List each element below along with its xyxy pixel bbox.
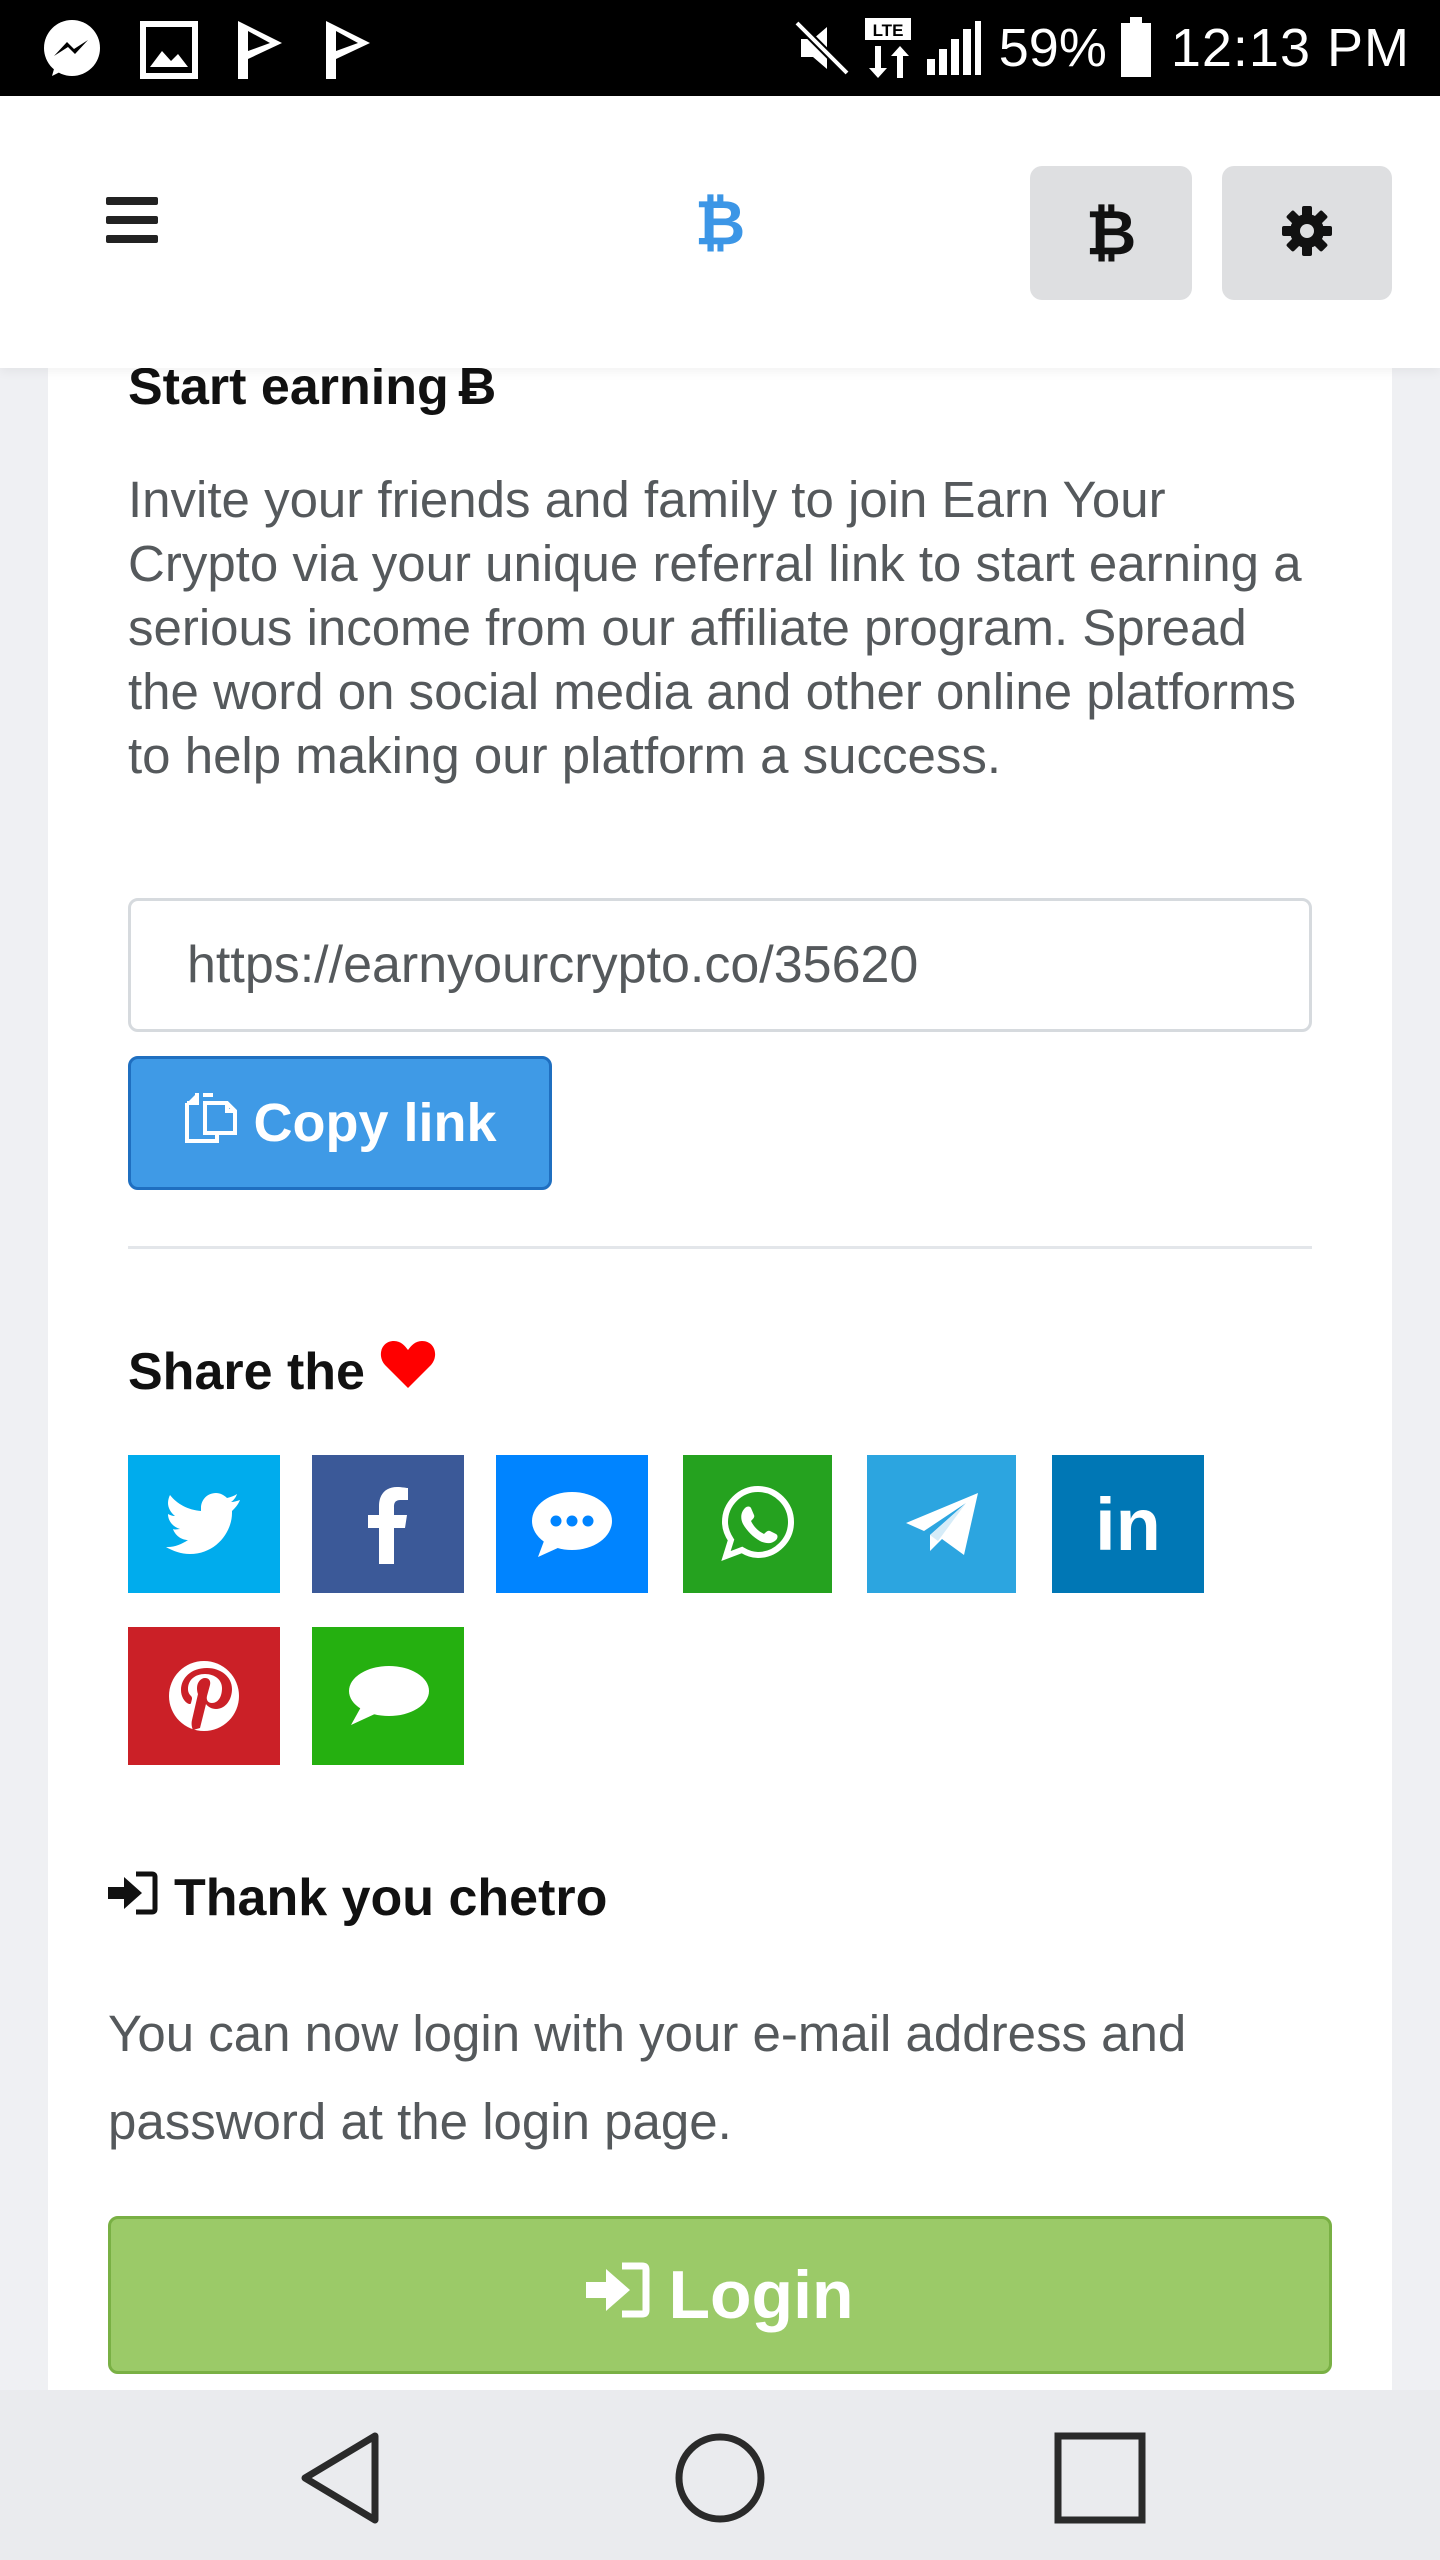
svg-text:LTE: LTE	[872, 21, 903, 40]
home-button[interactable]	[670, 2430, 770, 2530]
thanks-title-text: Thank you chetro	[174, 1869, 608, 1927]
telegram-icon	[904, 1489, 980, 1559]
android-navigation-bar	[0, 2390, 1440, 2560]
mute-icon	[793, 19, 851, 77]
login-button[interactable]: Login	[108, 2216, 1332, 2374]
bitcoin-icon: ₿	[694, 188, 746, 258]
notification-icons	[40, 18, 374, 82]
status-bar: LTE 59% 12:13 PM	[0, 0, 1440, 96]
clock: 12:13 PM	[1170, 18, 1410, 78]
bitcoin-button[interactable]: ₿	[1030, 166, 1192, 300]
settings-button[interactable]	[1222, 166, 1392, 300]
gallery-icon	[140, 21, 198, 79]
play-icon	[322, 19, 374, 81]
linkedin-icon: in	[1095, 1482, 1161, 1566]
sign-in-icon	[108, 1866, 158, 1930]
section-divider	[128, 1246, 1312, 1249]
home-circle-icon	[672, 2430, 768, 2531]
signal-icon	[925, 19, 983, 77]
share-twitter-button[interactable]	[128, 1455, 280, 1593]
bitcoin-icon: ₿	[1085, 198, 1137, 268]
login-button-label: Login	[668, 2257, 854, 2333]
share-sms-button[interactable]	[312, 1627, 464, 1765]
pinterest-icon	[166, 1658, 242, 1734]
sign-in-icon	[586, 2256, 650, 2334]
share-title: Share the	[128, 1338, 437, 1405]
brand-logo[interactable]: ₿	[680, 178, 760, 268]
whatsapp-icon	[720, 1486, 796, 1562]
thanks-title: Thank you chetro	[108, 1866, 607, 1930]
system-status: LTE 59% 12:13 PM	[793, 14, 1410, 82]
share-linkedin-button[interactable]: in	[1052, 1455, 1204, 1593]
back-button[interactable]	[290, 2430, 390, 2530]
recents-button[interactable]	[1050, 2430, 1150, 2530]
share-messenger-button[interactable]	[496, 1455, 648, 1593]
share-title-text: Share the	[128, 1342, 365, 1401]
copy-icon	[183, 1089, 239, 1158]
share-pinterest-button[interactable]	[128, 1627, 280, 1765]
gear-icon	[1282, 205, 1332, 261]
referral-link-input[interactable]	[128, 898, 1312, 1032]
copy-link-button[interactable]: Copy link	[128, 1056, 552, 1190]
battery-icon	[1119, 17, 1153, 79]
battery-percent: 59%	[998, 18, 1107, 78]
share-telegram-button[interactable]	[867, 1455, 1016, 1593]
messenger-icon	[40, 18, 104, 82]
menu-button[interactable]	[96, 186, 168, 258]
top-navbar: ₿ ₿	[0, 96, 1440, 368]
thanks-message: You can now login with your e-mail addre…	[108, 2005, 1187, 2150]
back-triangle-icon	[295, 2430, 385, 2531]
referral-description: Invite your friends and family to join E…	[128, 471, 1302, 784]
chat-bubble-icon	[530, 1489, 614, 1559]
share-whatsapp-button[interactable]	[683, 1455, 832, 1593]
heart-icon	[379, 1338, 437, 1405]
facebook-icon	[368, 1484, 408, 1564]
sms-icon	[345, 1663, 431, 1729]
twitter-icon	[166, 1492, 242, 1556]
menu-icon	[106, 196, 158, 248]
copy-link-label: Copy link	[253, 1093, 497, 1153]
play-icon	[234, 19, 286, 81]
recents-square-icon	[1054, 2432, 1146, 2529]
lte-icon: LTE	[863, 16, 913, 80]
share-facebook-button[interactable]	[312, 1455, 464, 1593]
